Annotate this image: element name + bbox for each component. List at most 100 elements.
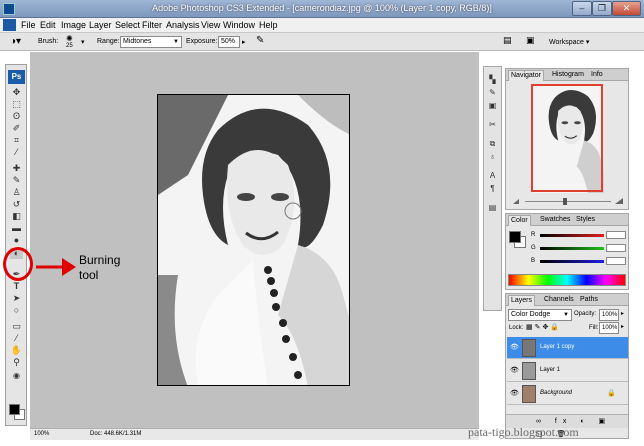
- menu-edit[interactable]: Edit: [40, 20, 56, 30]
- menu-file[interactable]: File: [21, 20, 36, 30]
- zoom-tool-icon[interactable]: ⚲: [10, 357, 23, 368]
- brush-picker-arrow-icon[interactable]: ▾: [81, 38, 85, 46]
- tab-layers[interactable]: Layers: [508, 295, 536, 306]
- eye-icon[interactable]: 👁: [510, 366, 519, 374]
- green-slider[interactable]: G: [531, 244, 627, 253]
- marquee-tool-icon[interactable]: ⬚: [10, 99, 23, 110]
- notes-tool-icon[interactable]: ▭: [10, 321, 23, 332]
- tab-paths[interactable]: Paths: [578, 295, 600, 306]
- fill-arrow-icon[interactable]: ▸: [621, 323, 624, 330]
- blue-value-field[interactable]: [606, 257, 626, 265]
- lock-options-icon[interactable]: ▦✎✥🔒: [526, 323, 561, 331]
- layer-row-layer-1[interactable]: 👁 Layer 1: [507, 360, 628, 382]
- eye-icon[interactable]: 👁: [510, 389, 519, 397]
- hand-tool-icon[interactable]: ✋: [10, 345, 23, 356]
- brushes-panel-icon[interactable]: ▚: [487, 74, 498, 85]
- photo-canvas[interactable]: [157, 94, 350, 386]
- eyedropper-sample-tool-icon[interactable]: ⁄: [10, 333, 23, 344]
- actions-panel-icon[interactable]: ♁: [487, 151, 498, 162]
- status-bar: 100% Doc: 448.6K/1.31M: [30, 428, 479, 440]
- tab-channels[interactable]: Channels: [542, 295, 576, 306]
- layer-row-layer-1-copy[interactable]: 👁 Layer 1 copy: [507, 337, 628, 359]
- layer-comps-panel-icon[interactable]: ▣: [487, 100, 498, 111]
- tab-navigator[interactable]: Navigator: [508, 70, 544, 81]
- gradient-tool-icon[interactable]: ▬: [10, 223, 23, 234]
- brush-tool-icon[interactable]: ✎: [10, 175, 23, 186]
- menu-filter[interactable]: Filter: [142, 20, 162, 30]
- color-spectrum-bar[interactable]: [508, 274, 626, 286]
- 3d-rotate-tool-icon[interactable]: ◉: [10, 370, 23, 381]
- tab-info[interactable]: Info: [589, 70, 605, 81]
- color-fg-swatch[interactable]: [509, 231, 521, 243]
- eraser-tool-icon[interactable]: ◧: [10, 211, 23, 222]
- tab-color[interactable]: Color: [508, 215, 531, 226]
- red-track: [540, 234, 604, 237]
- tab-histogram[interactable]: Histogram: [550, 70, 586, 81]
- menu-layer[interactable]: Layer: [89, 20, 112, 30]
- blend-mode-dropdown[interactable]: Color Dodge ▼: [508, 309, 572, 321]
- document-icon[interactable]: ▣: [526, 35, 535, 46]
- maximize-button[interactable]: ❐: [592, 1, 612, 16]
- paragraph-panel-icon[interactable]: ¶: [487, 183, 498, 194]
- character-panel-icon[interactable]: A: [487, 170, 498, 181]
- color-tab-bar: Color Swatches Styles: [506, 214, 628, 226]
- minimize-button[interactable]: –: [572, 1, 592, 16]
- chevron-down-icon: ▼: [563, 312, 569, 318]
- zoom-level[interactable]: 100%: [34, 431, 49, 437]
- type-tool-icon[interactable]: T: [10, 281, 23, 292]
- blog-watermark: pata-tigo.blogspot.com: [468, 425, 579, 439]
- menu-analysis[interactable]: Analysis: [166, 20, 200, 30]
- history-panel-icon[interactable]: ⧉: [487, 138, 498, 149]
- blue-slider[interactable]: B: [531, 257, 627, 266]
- eye-icon[interactable]: 👁: [510, 343, 519, 351]
- brush-dot-icon[interactable]: ✺: [66, 34, 73, 43]
- menu-image[interactable]: Image: [61, 20, 86, 30]
- quick-select-tool-icon[interactable]: ✐: [10, 123, 23, 134]
- menu-view[interactable]: View: [201, 20, 220, 30]
- navigator-view-box[interactable]: [531, 84, 603, 192]
- history-brush-tool-icon[interactable]: ↺: [10, 199, 23, 210]
- red-slider[interactable]: R: [531, 231, 627, 240]
- blur-tool-icon[interactable]: ●: [10, 235, 23, 246]
- exposure-arrow-icon[interactable]: ▸: [242, 38, 246, 46]
- red-label: R: [531, 232, 536, 238]
- shape-tool-icon[interactable]: ○: [10, 305, 23, 316]
- toolbox: Ps ✥ ⬚ ʘ ✐ ⌗ ⁄ ✚ ✎ ♙ ↺ ◧ ▬ ● ◐ ✒ T ➤ ○ ▭…: [5, 64, 27, 426]
- clone-stamp-tool-icon[interactable]: ♙: [10, 187, 23, 198]
- navigator-zoom-slider[interactable]: [511, 197, 625, 206]
- workspace-menu[interactable]: Workspace ▾: [549, 38, 589, 46]
- palette-well-icon[interactable]: ▤: [503, 35, 512, 46]
- fill-value: 100%: [602, 325, 618, 331]
- path-selection-tool-icon[interactable]: ➤: [10, 293, 23, 304]
- menu-help[interactable]: Help: [259, 20, 278, 30]
- burn-tool-highlight-circle: [3, 247, 33, 281]
- healing-brush-tool-icon[interactable]: ✚: [10, 163, 23, 174]
- opacity-arrow-icon[interactable]: ▸: [621, 310, 624, 317]
- opacity-input[interactable]: 100%: [599, 309, 619, 321]
- eyedropper-tool-icon[interactable]: ⁄: [10, 147, 23, 158]
- layer-thumbnail: [522, 339, 536, 357]
- layer-row-background[interactable]: 👁 Background 🔒: [507, 383, 628, 405]
- tab-styles[interactable]: Styles: [574, 215, 597, 226]
- menu-window[interactable]: Window: [223, 20, 255, 30]
- close-button[interactable]: ✕: [612, 1, 641, 16]
- airbrush-icon[interactable]: ✎: [256, 35, 264, 46]
- foreground-color-swatch[interactable]: [9, 404, 20, 415]
- window-title: Adobe Photoshop CS3 Extended - [camerond…: [152, 3, 492, 13]
- range-dropdown[interactable]: Midtones ▼: [120, 36, 182, 48]
- red-value-field[interactable]: [606, 231, 626, 239]
- measurement-panel-icon[interactable]: ▤: [487, 202, 498, 213]
- tool-presets-panel-icon[interactable]: ✎: [487, 87, 498, 98]
- blue-label: B: [531, 258, 536, 264]
- tool-preset-icon[interactable]: ◑▾: [10, 36, 21, 47]
- lasso-tool-icon[interactable]: ʘ: [10, 111, 23, 122]
- move-tool-icon[interactable]: ✥: [10, 87, 23, 98]
- green-value-field[interactable]: [606, 244, 626, 252]
- crop-tool-icon[interactable]: ⌗: [10, 135, 23, 146]
- exposure-input[interactable]: 50%: [218, 36, 240, 48]
- clone-source-panel-icon[interactable]: ✂: [487, 119, 498, 130]
- menu-select[interactable]: Select: [115, 20, 140, 30]
- fill-input[interactable]: 100%: [599, 322, 619, 334]
- tab-swatches[interactable]: Swatches: [538, 215, 572, 226]
- navigator-tab-bar: Navigator Histogram Info: [506, 69, 628, 81]
